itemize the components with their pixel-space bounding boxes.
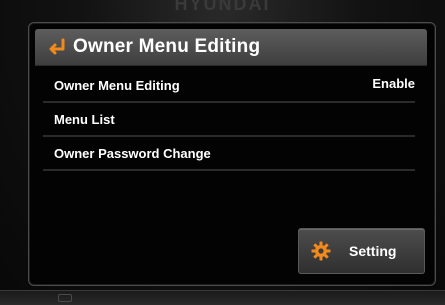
menu-item-label: Menu List <box>54 111 115 127</box>
menu-item-menu-list[interactable]: Menu List <box>43 103 415 137</box>
gear-icon <box>311 241 331 261</box>
setting-button-label: Setting <box>349 243 397 259</box>
title-bar: Owner Menu Editing <box>35 29 427 66</box>
menu-item-owner-password-change[interactable]: Owner Password Change <box>43 137 415 171</box>
menu-item-label: Owner Menu Editing <box>54 77 180 93</box>
screen-window: Owner Menu Editing Owner Menu Editing En… <box>28 22 436 286</box>
bezel-bottom-strip <box>0 290 445 305</box>
menu-list: Owner Menu Editing Enable Menu List Owne… <box>43 69 415 171</box>
menu-item-label: Owner Password Change <box>54 145 211 161</box>
brand-logo: HYUNDAI <box>174 0 271 14</box>
menu-item-value: Enable <box>372 76 415 91</box>
bezel-mark <box>58 294 72 302</box>
menu-item-owner-menu-editing[interactable]: Owner Menu Editing Enable <box>43 69 415 103</box>
page-title: Owner Menu Editing <box>73 36 261 57</box>
back-button[interactable] <box>43 29 71 65</box>
setting-button[interactable]: Setting <box>298 228 425 274</box>
return-arrow-icon <box>49 38 65 55</box>
